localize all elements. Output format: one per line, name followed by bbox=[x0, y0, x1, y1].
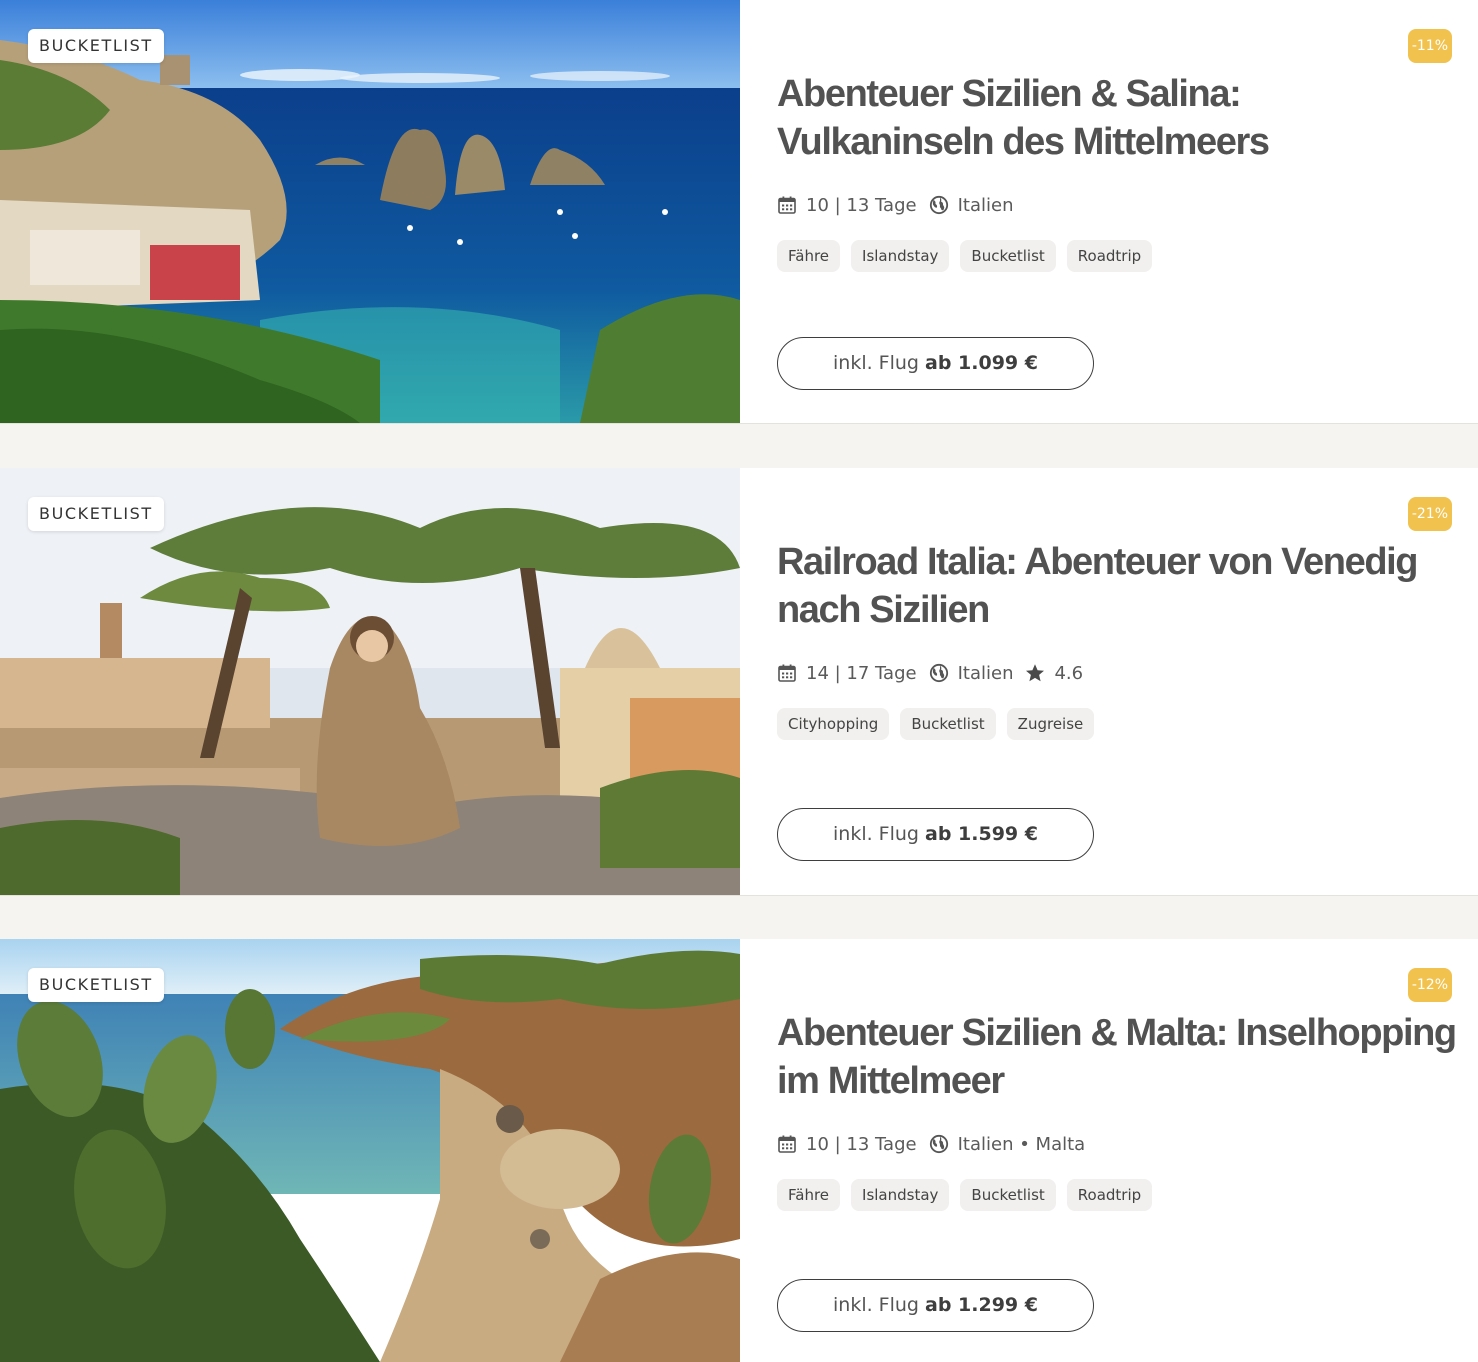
duration-text: 10 | 13 Tage bbox=[806, 194, 917, 216]
globe-icon bbox=[929, 663, 948, 683]
duration-text: 10 | 13 Tage bbox=[806, 1133, 917, 1155]
duration: 10 | 13 Tage bbox=[777, 1134, 917, 1155]
trip-photo-rome-overlook[interactable] bbox=[0, 468, 740, 895]
trip-details: Railroad Italia: Abenteuer von Venedig n… bbox=[777, 538, 1457, 740]
tag[interactable]: Fähre bbox=[777, 1179, 841, 1211]
trip-title[interactable]: Abenteuer Sizilien & Malta: Inselhopping… bbox=[777, 1009, 1457, 1105]
tag[interactable]: Islandstay bbox=[851, 240, 950, 272]
country-text: Italien bbox=[957, 662, 1014, 684]
calendar-icon bbox=[778, 1135, 796, 1153]
calendar-icon bbox=[778, 664, 796, 682]
trip-meta: 10 | 13 Tage Italien bbox=[777, 190, 1457, 220]
tag-list: Fähre Islandstay Bucketlist Roadtrip bbox=[777, 240, 1457, 272]
trip-details: Abenteuer Sizilien & Salina: Vulkaninsel… bbox=[777, 70, 1457, 272]
price-amount: ab 1.599 € bbox=[925, 823, 1038, 845]
price-prefix: inkl. Flug bbox=[833, 823, 919, 845]
photo-illustration bbox=[0, 468, 740, 895]
tag[interactable]: Cityhopping bbox=[777, 708, 890, 740]
price-button[interactable]: inkl. Flug ab 1.099 € bbox=[777, 337, 1094, 390]
price-button[interactable]: inkl. Flug ab 1.599 € bbox=[777, 808, 1094, 861]
tag[interactable]: Bucketlist bbox=[960, 1179, 1056, 1211]
country: Italien • Malta bbox=[929, 1133, 1086, 1155]
rating: 4.6 bbox=[1025, 663, 1083, 684]
trip-title[interactable]: Railroad Italia: Abenteuer von Venedig n… bbox=[777, 538, 1457, 634]
country-text: Italien bbox=[957, 194, 1014, 216]
country-text: Italien • Malta bbox=[957, 1133, 1086, 1155]
trip-card[interactable]: BUCKETLIST -11% Abenteuer Sizilien & Sal… bbox=[0, 0, 1478, 424]
tag[interactable]: Roadtrip bbox=[1066, 1179, 1153, 1211]
category-badge: BUCKETLIST bbox=[28, 968, 164, 1002]
discount-badge: -11% bbox=[1407, 29, 1452, 63]
price-amount: ab 1.299 € bbox=[925, 1294, 1038, 1316]
country: Italien bbox=[929, 662, 1014, 684]
photo-illustration bbox=[0, 939, 740, 1362]
tag-list: Cityhopping Bucketlist Zugreise bbox=[777, 708, 1457, 740]
trip-details: Abenteuer Sizilien & Malta: Inselhopping… bbox=[777, 1009, 1457, 1211]
price-prefix: inkl. Flug bbox=[833, 1294, 919, 1316]
tag[interactable]: Zugreise bbox=[1006, 708, 1095, 740]
duration-text: 14 | 17 Tage bbox=[806, 662, 917, 684]
globe-icon bbox=[929, 1134, 948, 1154]
calendar-icon bbox=[778, 196, 796, 214]
trip-title[interactable]: Abenteuer Sizilien & Salina: Vulkaninsel… bbox=[777, 70, 1457, 166]
rating-text: 4.6 bbox=[1054, 662, 1084, 684]
duration: 14 | 17 Tage bbox=[777, 663, 917, 684]
globe-icon bbox=[929, 195, 948, 215]
trip-card[interactable]: BUCKETLIST -21% Railroad Italia: Abenteu… bbox=[0, 468, 1478, 896]
country: Italien bbox=[929, 194, 1014, 216]
tag[interactable]: Islandstay bbox=[851, 1179, 950, 1211]
trip-meta: 10 | 13 Tage Italien • Malta bbox=[777, 1129, 1457, 1159]
category-badge: BUCKETLIST bbox=[28, 29, 164, 63]
photo-illustration bbox=[0, 0, 740, 423]
discount-badge: -12% bbox=[1407, 968, 1452, 1002]
tag[interactable]: Roadtrip bbox=[1066, 240, 1153, 272]
price-amount: ab 1.099 € bbox=[925, 352, 1038, 374]
duration: 10 | 13 Tage bbox=[777, 195, 917, 216]
tag[interactable]: Fähre bbox=[777, 240, 841, 272]
price-prefix: inkl. Flug bbox=[833, 352, 919, 374]
trip-card[interactable]: BUCKETLIST -12% Abenteuer Sizilien & Mal… bbox=[0, 939, 1478, 1362]
discount-badge: -21% bbox=[1407, 497, 1452, 531]
tag[interactable]: Bucketlist bbox=[960, 240, 1056, 272]
trip-photo-cove-cactus[interactable] bbox=[0, 939, 740, 1362]
price-button[interactable]: inkl. Flug ab 1.299 € bbox=[777, 1279, 1094, 1332]
star-icon bbox=[1026, 664, 1045, 682]
tag[interactable]: Bucketlist bbox=[900, 708, 996, 740]
trip-photo-sicily-coast[interactable] bbox=[0, 0, 740, 423]
tag-list: Fähre Islandstay Bucketlist Roadtrip bbox=[777, 1179, 1457, 1211]
category-badge: BUCKETLIST bbox=[28, 497, 164, 531]
trip-meta: 14 | 17 Tage Italien 4.6 bbox=[777, 658, 1457, 688]
